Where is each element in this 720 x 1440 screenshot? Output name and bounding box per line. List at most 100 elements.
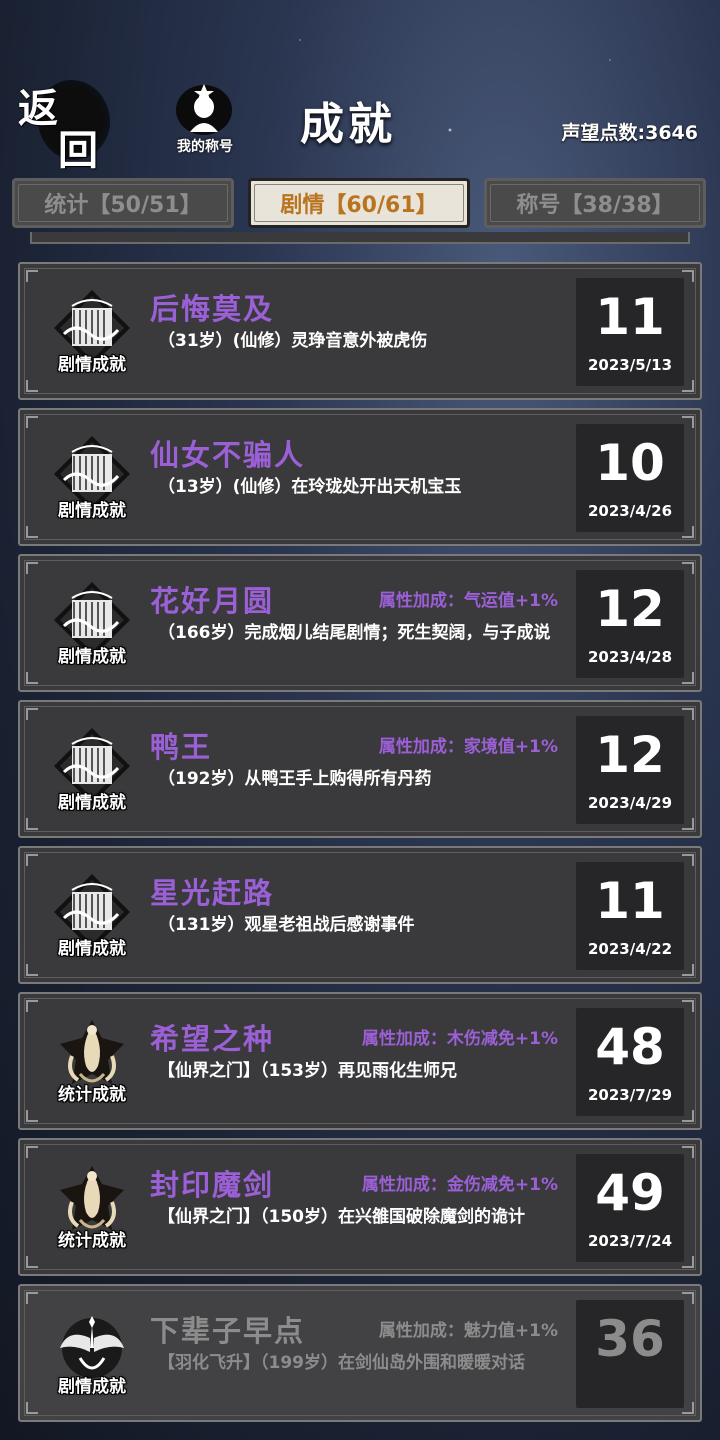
header: 返 回 我的称号 成就 声望点数:3646 xyxy=(0,0,720,175)
tab-bar: 统计【50/51】 剧情【60/61】 称号【38/38】 xyxy=(12,178,708,230)
attribute-bonus: 属性加成：金伤减免+1% xyxy=(361,1175,558,1195)
achievement-badge: 剧情成就 xyxy=(42,720,142,824)
achievement-score: 36 xyxy=(595,1310,665,1368)
achievement-description: （131岁）观星老祖战后感谢事件 xyxy=(158,915,415,935)
tab-statistics[interactable]: 统计【50/51】 xyxy=(12,178,234,228)
tab-label: 统计【50/51】 xyxy=(44,193,202,218)
badge-label: 剧情成就 xyxy=(58,939,126,959)
achievement-name: 下辈子早点 xyxy=(150,1314,306,1348)
achievement-card[interactable]: 剧情成就 鸭王 属性加成：家境值+1% （192岁）从鸭王手上购得所有丹药 12… xyxy=(18,700,702,838)
achievement-description: （166岁）完成烟儿结尾剧情；死生契阔，与子成说 xyxy=(158,623,551,643)
achievement-description: 【羽化飞升】（199岁）在剑仙岛外围和暖暖对话 xyxy=(158,1353,525,1373)
badge-label: 剧情成就 xyxy=(58,355,126,375)
badge-label: 剧情成就 xyxy=(58,793,126,813)
achievement-card[interactable]: 剧情成就 下辈子早点 属性加成：魅力值+1% 【羽化飞升】（199岁）在剑仙岛外… xyxy=(18,1284,702,1422)
frame-corner xyxy=(26,818,38,830)
score-box: 36 xyxy=(576,1300,684,1408)
frame-corner xyxy=(26,416,38,428)
achievement-score: 12 xyxy=(595,726,665,784)
achievement-score: 10 xyxy=(595,434,665,492)
achievement-name: 鸭王 xyxy=(150,730,213,764)
score-box: 49 2023/7/24 xyxy=(576,1154,684,1262)
achievement-badge: 剧情成就 xyxy=(42,866,142,970)
attribute-bonus: 属性加成：气运值+1% xyxy=(378,591,558,611)
frame-corner xyxy=(26,708,38,720)
achievement-score: 11 xyxy=(595,288,665,346)
badge-label: 剧情成就 xyxy=(58,647,126,667)
frame-corner xyxy=(26,380,38,392)
prestige-points: 声望点数:3646 xyxy=(561,122,698,144)
achievement-date: 2023/5/13 xyxy=(587,356,673,374)
achievement-description: （13岁）(仙修）在玲珑处开出天机宝玉 xyxy=(158,477,462,497)
achievement-score: 12 xyxy=(595,580,665,638)
score-box: 10 2023/4/26 xyxy=(576,424,684,532)
achievement-description: 【仙界之门】（150岁）在兴雒国破除魔剑的诡计 xyxy=(158,1207,525,1227)
frame-corner xyxy=(26,1256,38,1268)
achievement-name: 仙女不骗人 xyxy=(150,438,306,472)
achievement-badge: 剧情成就 xyxy=(42,282,142,386)
achievement-date: 2023/4/28 xyxy=(587,648,673,666)
previous-card-edge xyxy=(30,232,690,244)
frame-corner xyxy=(26,1000,38,1012)
frame-corner xyxy=(26,562,38,574)
my-title-button[interactable]: 我的称号 xyxy=(165,80,245,160)
achievement-date: 2023/4/26 xyxy=(587,502,673,520)
achievement-score: 48 xyxy=(595,1018,665,1076)
back-label-2: 回 xyxy=(58,127,98,174)
achievement-date: 2023/7/29 xyxy=(587,1086,673,1104)
badge-label: 统计成就 xyxy=(58,1231,126,1251)
frame-corner xyxy=(26,1110,38,1122)
achievement-list[interactable]: 剧情成就 后悔莫及 （31岁）(仙修）灵琤音意外被虎伤 11 2023/5/13… xyxy=(18,232,702,1440)
score-box: 11 2023/4/22 xyxy=(576,862,684,970)
frame-corner xyxy=(26,526,38,538)
achievement-badge: 统计成就 xyxy=(42,1012,142,1116)
badge-label: 剧情成就 xyxy=(58,501,126,521)
achievement-name: 星光赶路 xyxy=(150,876,275,910)
achievement-card[interactable]: 剧情成就 后悔莫及 （31岁）(仙修）灵琤音意外被虎伤 11 2023/5/13 xyxy=(18,262,702,400)
achievement-card[interactable]: 统计成就 封印魔剑 属性加成：金伤减免+1% 【仙界之门】（150岁）在兴雒国破… xyxy=(18,1138,702,1276)
frame-corner xyxy=(26,854,38,866)
achievement-description: （31岁）(仙修）灵琤音意外被虎伤 xyxy=(158,331,428,351)
tab-story[interactable]: 剧情【60/61】 xyxy=(248,178,470,228)
attribute-bonus: 属性加成：魅力值+1% xyxy=(378,1321,558,1341)
title-figure-icon xyxy=(176,84,232,135)
tab-label: 剧情【60/61】 xyxy=(280,193,438,218)
achievement-date: 2023/7/24 xyxy=(587,1232,673,1250)
tab-label: 称号【38/38】 xyxy=(516,193,674,218)
achievement-score: 49 xyxy=(595,1164,665,1222)
badge-label: 剧情成就 xyxy=(58,1377,126,1397)
page-title: 成就 xyxy=(300,99,396,150)
my-title-label: 我的称号 xyxy=(177,139,233,155)
achievement-badge: 剧情成就 xyxy=(42,428,142,532)
achievement-date: 2023/4/29 xyxy=(587,794,673,812)
achievement-card[interactable]: 剧情成就 仙女不骗人 （13岁）(仙修）在玲珑处开出天机宝玉 10 2023/4… xyxy=(18,408,702,546)
achievement-description: 【仙界之门】（153岁）再见雨化生师兄 xyxy=(158,1061,457,1081)
badge-label: 统计成就 xyxy=(58,1085,126,1105)
attribute-bonus: 属性加成：木伤减免+1% xyxy=(361,1029,558,1049)
frame-corner xyxy=(26,1292,38,1304)
achievement-score: 11 xyxy=(595,872,665,930)
achievement-badge: 剧情成就 xyxy=(42,574,142,678)
score-box: 12 2023/4/28 xyxy=(576,570,684,678)
score-box: 12 2023/4/29 xyxy=(576,716,684,824)
back-button[interactable]: 返 回 xyxy=(18,72,110,174)
achievement-description: （192岁）从鸭王手上购得所有丹药 xyxy=(158,769,432,789)
achievement-badge: 剧情成就 xyxy=(42,1304,142,1408)
achievement-name: 封印魔剑 xyxy=(150,1168,275,1202)
achievement-card[interactable]: 剧情成就 星光赶路 （131岁）观星老祖战后感谢事件 11 2023/4/22 xyxy=(18,846,702,984)
achievement-card[interactable]: 剧情成就 花好月圆 属性加成：气运值+1% （166岁）完成烟儿结尾剧情；死生契… xyxy=(18,554,702,692)
achievement-card[interactable]: 统计成就 希望之种 属性加成：木伤减免+1% 【仙界之门】（153岁）再见雨化生… xyxy=(18,992,702,1130)
achievement-name: 花好月圆 xyxy=(150,584,275,618)
frame-corner xyxy=(26,964,38,976)
score-box: 11 2023/5/13 xyxy=(576,278,684,386)
tab-titles[interactable]: 称号【38/38】 xyxy=(484,178,706,228)
achievement-badge: 统计成就 xyxy=(42,1158,142,1262)
back-label-1: 返 xyxy=(18,85,58,132)
attribute-bonus: 属性加成：家境值+1% xyxy=(378,737,558,757)
score-box: 48 2023/7/29 xyxy=(576,1008,684,1116)
achievement-date: 2023/4/22 xyxy=(587,940,673,958)
frame-corner xyxy=(26,1402,38,1414)
frame-corner xyxy=(26,672,38,684)
frame-corner xyxy=(26,1146,38,1158)
frame-corner xyxy=(26,270,38,282)
